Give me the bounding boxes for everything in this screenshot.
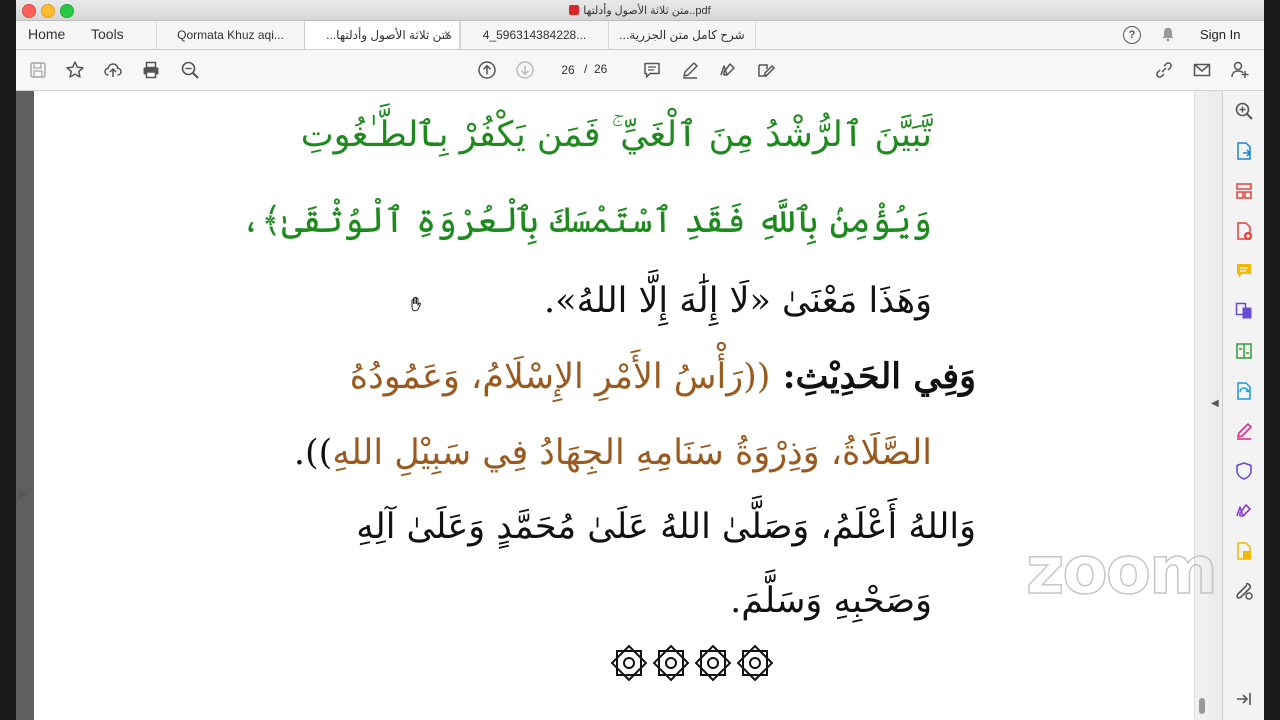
fill-sign-panel-icon[interactable] xyxy=(1234,421,1254,441)
pdf-file-icon xyxy=(569,5,580,15)
fill-sign-icon[interactable] xyxy=(756,60,776,80)
text-line-7: وَصَحْبِهِ وَسَلَّمَ. xyxy=(730,581,932,621)
window-title-wrap: متن ثلاثة الأصول وأدلتها..pdf xyxy=(16,0,1264,20)
add-user-icon[interactable] xyxy=(1230,60,1250,80)
combine-files-icon[interactable] xyxy=(1234,301,1254,321)
page-separator: / xyxy=(584,62,588,76)
hadith-line-1: وَفِي الحَدِيْثِ: ((رَأْسُ الأَمْرِ الإِ… xyxy=(350,347,976,407)
hand-cursor-icon xyxy=(411,296,421,312)
right-panel-toggle-icon[interactable]: ◀ xyxy=(1211,398,1219,409)
tab-label: متن ثلاثة الأصول وأدلتها... xyxy=(326,28,452,42)
total-pages: 26 xyxy=(594,62,608,76)
text-line-6: وَاللهُ أَعْلَمُ، وَصَلَّىٰ اللهُ عَلَىٰ… xyxy=(356,507,976,547)
window-title: متن ثلاثة الأصول وأدلتها..pdf xyxy=(583,4,711,17)
comment-panel-icon[interactable] xyxy=(1234,261,1254,281)
hadith-line-2: الصَّلَاةُ، وَذِرْوَةُ سَنَامِهِ الجِهَا… xyxy=(294,423,932,483)
sign-panel-icon[interactable] xyxy=(1234,501,1254,521)
page-number-input[interactable]: 26 xyxy=(553,61,583,79)
print-icon[interactable] xyxy=(141,60,161,80)
page-up-icon[interactable] xyxy=(477,60,497,80)
bell-icon[interactable] xyxy=(1159,25,1177,43)
decorative-stars-icon xyxy=(610,644,774,682)
tab-document-2[interactable]: متن ثلاثة الأصول وأدلتها... × xyxy=(304,21,460,49)
verse-line-1: تَّبَيَّنَ ٱلرُّشْدُ مِنَ ٱلْغَيِّ ۚ فَم… xyxy=(300,115,932,155)
sign-icon[interactable] xyxy=(718,60,738,80)
link-icon[interactable] xyxy=(1154,60,1174,80)
scrollbar-thumb[interactable] xyxy=(1199,698,1205,714)
hadith-quote-end: )). xyxy=(293,433,333,473)
highlight-pen-icon[interactable] xyxy=(680,60,700,80)
tab-label: Qormata Khuz aqi... xyxy=(177,28,284,42)
vertical-scrollbar[interactable] xyxy=(1194,91,1209,720)
convert-icon[interactable] xyxy=(1234,381,1254,401)
home-link[interactable]: Home xyxy=(28,26,65,42)
create-pdf-icon[interactable] xyxy=(1234,221,1254,241)
export-pdf-icon[interactable] xyxy=(1234,141,1254,161)
page-down-icon[interactable] xyxy=(515,60,535,80)
hadith-quote: ((رَأْسُ الأَمْرِ الإِسْلَامُ، وَعَمُودُ… xyxy=(349,357,771,397)
close-tab-icon[interactable]: × xyxy=(444,27,451,41)
tab-bar: Home Tools Qormata Khuz aqi... متن ثلاثة… xyxy=(16,21,1264,50)
tab-document-4[interactable]: شرح كامل متن الجزرية... xyxy=(608,21,756,49)
comment-icon[interactable] xyxy=(642,60,662,80)
toolbar: 26 / 26 xyxy=(16,50,1264,91)
search-zoom-icon[interactable] xyxy=(180,60,200,80)
pdf-page: تَّبَيَّنَ ٱلرُّشْدُ مِنَ ٱلْغَيِّ ۚ فَم… xyxy=(34,91,1194,720)
tab-document-1[interactable]: Qormata Khuz aqi... xyxy=(156,21,304,49)
organize-pages-icon[interactable] xyxy=(1234,181,1254,201)
zoom-panel-icon[interactable] xyxy=(1234,101,1254,121)
mail-icon[interactable] xyxy=(1192,60,1212,80)
zoom-watermark: zoom xyxy=(1025,531,1218,610)
tab-label: 4_596314384228... xyxy=(482,28,587,42)
more-tools-icon[interactable] xyxy=(1234,581,1254,601)
sign-in-link[interactable]: Sign In xyxy=(1200,27,1240,42)
compress-icon[interactable] xyxy=(1234,341,1254,361)
tools-link[interactable]: Tools xyxy=(91,26,124,42)
send-review-icon[interactable] xyxy=(1234,541,1254,561)
text-line-3: وَهَذَا مَعْنَىٰ «لَا إِلَٰهَ إِلَّا الل… xyxy=(544,281,932,321)
hadith-quote-cont: الصَّلَاةُ، وَذِرْوَةُ سَنَامِهِ الجِهَا… xyxy=(332,433,932,473)
hadith-label: وَفِي الحَدِيْثِ: xyxy=(770,356,976,397)
document-area[interactable]: ▶ تَّبَيَّنَ ٱلرُّشْدُ مِنَ ٱلْغَيِّ ۚ ف… xyxy=(16,91,1208,720)
acrobat-window: متن ثلاثة الأصول وأدلتها..pdf Home Tools… xyxy=(16,0,1264,720)
save-icon[interactable] xyxy=(28,60,48,80)
protect-icon[interactable] xyxy=(1234,461,1254,481)
verse-line-2: وَيُؤْمِنۢ بِٱللَّهِ فَقَدِ ٱسْتَمْسَكَ … xyxy=(240,201,932,241)
tab-label: شرح كامل متن الجزرية... xyxy=(619,28,745,42)
tab-document-3[interactable]: 4_596314384228... xyxy=(460,21,608,49)
title-bar: متن ثلاثة الأصول وأدلتها..pdf xyxy=(16,0,1264,21)
tools-pane xyxy=(1222,91,1264,720)
help-icon[interactable]: ? xyxy=(1123,26,1141,44)
star-icon[interactable] xyxy=(65,60,85,80)
upload-icon[interactable] xyxy=(103,60,123,80)
left-panel-toggle-icon[interactable]: ▶ xyxy=(19,489,27,500)
collapse-pane-icon[interactable] xyxy=(1234,689,1254,709)
